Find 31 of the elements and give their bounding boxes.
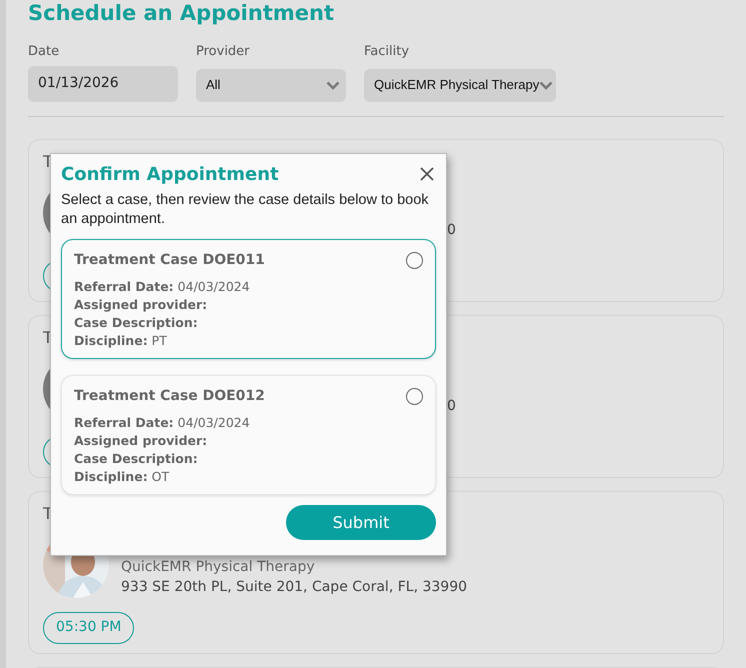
close-icon[interactable]	[420, 167, 434, 181]
case-card[interactable]: Treatment Case DOE012 Referral Date: 04/03/2024 Assigned provider: Case Description: Discipline: OT	[61, 375, 436, 495]
case-detail: Referral Date: 04/03/2024	[74, 414, 251, 432]
address: 0	[447, 396, 456, 416]
address: 933 SE 20th PL, Suite 201, Cape Coral, FL, 33990	[121, 578, 468, 596]
case-detail: Referral Date: 04/03/2024	[74, 278, 251, 296]
radio-button[interactable]	[406, 252, 423, 269]
dialog-title: Confirm Appointment	[61, 164, 279, 186]
case-title: Treatment Case DOE011	[74, 251, 265, 270]
case-detail: Case Description:	[74, 450, 199, 468]
case-detail: Discipline: OT	[74, 468, 170, 486]
radio-button[interactable]	[406, 388, 423, 405]
chevron-down-icon	[539, 80, 554, 90]
case-detail: Discipline: PT	[74, 332, 168, 350]
case-card[interactable]: Treatment Case DOE011 Referral Date: 04/03/2024 Assigned provider: Case Description: Discipline: PT	[61, 239, 436, 359]
field-label: Date	[28, 43, 60, 61]
dialog-message: Select a case, then review the case details below to book an appointment.	[61, 191, 430, 229]
page-title: Schedule an Appointment	[28, 1, 335, 25]
case-detail: Assigned provider:	[74, 432, 208, 450]
date-field[interactable]: 01/13/2026	[28, 66, 178, 102]
select-field[interactable]: QuickEMR Physical Therapy	[364, 68, 556, 102]
field-label: Provider	[196, 43, 251, 61]
case-title: Treatment Case DOE012	[74, 387, 265, 406]
field-label: Facility	[364, 43, 410, 61]
select-field[interactable]: All	[196, 68, 346, 102]
case-detail: Case Description:	[74, 314, 199, 332]
case-detail: Assigned provider:	[74, 296, 208, 314]
address: 0	[447, 220, 456, 240]
submit-button[interactable]: Submit	[286, 505, 436, 540]
chevron-down-icon	[326, 80, 340, 90]
facility-name: QuickEMR Physical Therapy	[121, 558, 316, 576]
